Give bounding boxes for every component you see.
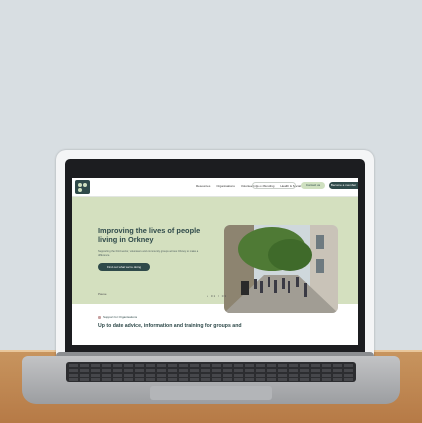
search-input[interactable]: Search: [252, 182, 296, 189]
hero-subtitle: Supporting the third sector, volunteers …: [98, 250, 199, 257]
section-tag-label: Support for Organisations: [103, 315, 138, 319]
nav-item-organisations[interactable]: Organisations: [216, 184, 235, 188]
section-tag: Support for Organisations: [98, 315, 137, 319]
become-member-button[interactable]: Become a member: [329, 182, 358, 189]
laptop-screen: Resources Organisations Volunteering Fun…: [72, 178, 358, 345]
site-logo[interactable]: [75, 180, 90, 194]
section-heading: Up to date advice, information and train…: [98, 323, 242, 329]
contact-button[interactable]: Contact us: [301, 182, 325, 189]
hero-cta-button[interactable]: Find out what we're doing: [98, 263, 150, 271]
key-row: [69, 364, 353, 367]
hero-title: Improving the lives of people living in …: [98, 226, 201, 245]
tag-icon: [98, 315, 101, 319]
key-row: [69, 378, 353, 381]
nav-item-resources[interactable]: Resources: [196, 184, 210, 188]
hero-street-photo: [224, 225, 338, 313]
laptop-trackpad: [150, 386, 272, 400]
pause-button[interactable]: Pause: [98, 292, 107, 296]
site-header: Resources Organisations Volunteering Fun…: [72, 178, 358, 197]
slider-indicator[interactable]: • 01 / 03: [207, 294, 227, 298]
laptop-keyboard: [66, 362, 356, 382]
key-row: [69, 369, 353, 372]
key-row: [69, 374, 353, 377]
